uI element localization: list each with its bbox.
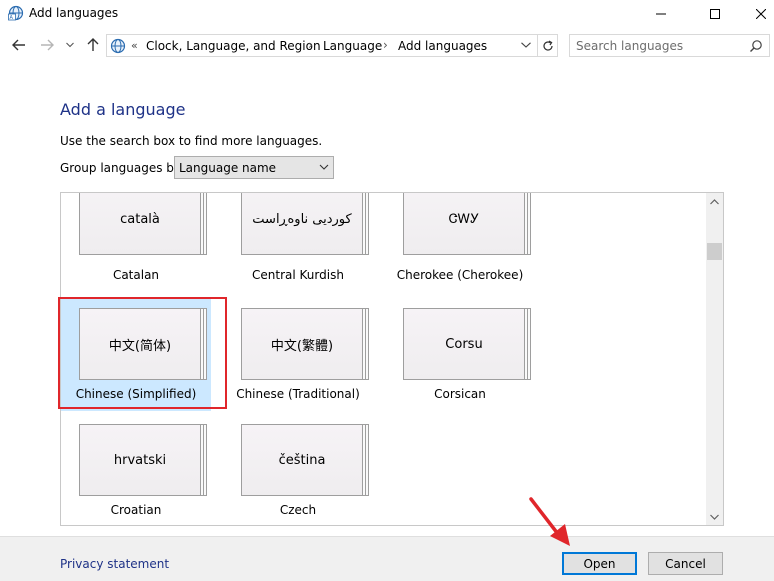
search-hint-text: Use the search box to find more language… — [60, 134, 323, 148]
minimize-button[interactable] — [638, 0, 684, 28]
language-tile-chinese-simplified[interactable]: 中文(简体) Chinese (Simplified) — [61, 299, 211, 411]
language-native-name: català — [79, 193, 201, 255]
scroll-up-button[interactable] — [706, 193, 723, 210]
language-native-name: hrvatski — [79, 424, 201, 496]
language-native-name: ᏣᎳᎩ — [403, 193, 525, 255]
language-name: Croatian — [110, 503, 162, 517]
breadcrumb-clock-language-region[interactable]: Clock, Language, and Region — [146, 39, 321, 53]
chevron-down-icon — [710, 514, 719, 520]
navigation-bar: « Clock, Language, and Region › Language… — [0, 30, 774, 60]
language-name: Chinese (Simplified) — [75, 387, 197, 401]
address-bar[interactable]: « Clock, Language, and Region › Language… — [106, 34, 538, 57]
refresh-icon — [542, 39, 553, 51]
search-icon[interactable] — [749, 39, 763, 53]
page-title: Add a language — [60, 100, 186, 119]
language-tile-chinese-traditional[interactable]: 中文(繁體) Chinese (Traditional) — [223, 299, 373, 411]
recent-locations-button[interactable] — [64, 36, 76, 54]
scroll-down-button[interactable] — [706, 508, 723, 525]
dialog-footer: Privacy statement Open Cancel — [0, 536, 774, 581]
up-button[interactable] — [84, 36, 102, 54]
language-native-name: 中文(繁體) — [241, 308, 363, 380]
language-name: Corsican — [434, 387, 486, 401]
search-box[interactable] — [569, 34, 770, 57]
language-name: Catalan — [112, 268, 160, 282]
breadcrumb-separator[interactable]: › — [383, 38, 388, 52]
maximize-icon — [710, 9, 720, 19]
breadcrumb-separator[interactable]: › — [308, 38, 313, 52]
group-by-value: Language name — [179, 161, 277, 175]
group-by-label: Group languages by: — [60, 161, 185, 175]
chevron-down-icon — [521, 42, 531, 48]
arrow-left-icon — [12, 39, 25, 51]
language-tile-catalan[interactable]: català Catalan — [61, 193, 211, 295]
language-globe-icon — [110, 38, 126, 54]
language-tile-czech[interactable]: čeština Czech — [223, 415, 373, 525]
refresh-button[interactable] — [538, 34, 558, 57]
search-input[interactable] — [570, 35, 748, 56]
language-native-name: 中文(简体) — [79, 308, 201, 380]
window-title: Add languages — [29, 6, 119, 20]
language-tile-corsican[interactable]: Corsu Corsican — [385, 299, 535, 411]
breadcrumb-add-languages[interactable]: Add languages — [398, 39, 487, 53]
chevron-up-icon — [710, 198, 719, 204]
language-native-name: کوردیی ناوەڕاست — [241, 193, 363, 255]
language-list[interactable]: català Catalan کوردیی ناوەڕاست Central K… — [60, 192, 724, 526]
language-tile-croatian[interactable]: hrvatski Croatian — [61, 415, 211, 525]
chevron-down-icon — [66, 42, 74, 48]
breadcrumb-language[interactable]: Language — [323, 39, 382, 53]
language-tile-cherokee[interactable]: ᏣᎳᎩ Cherokee (Cherokee) — [385, 193, 535, 295]
svg-text:A: A — [10, 15, 14, 21]
language-native-name: Corsu — [403, 308, 525, 380]
minimize-icon — [656, 13, 666, 15]
maximize-button[interactable] — [692, 0, 738, 28]
close-icon — [756, 9, 766, 19]
address-dropdown-button[interactable] — [519, 37, 533, 53]
close-button[interactable] — [738, 0, 774, 28]
language-globe-icon: A — [8, 5, 24, 21]
arrow-up-icon — [87, 38, 99, 51]
privacy-statement-link[interactable]: Privacy statement — [60, 557, 169, 571]
title-bar: A Add languages — [0, 0, 774, 28]
breadcrumb-overflow[interactable]: « — [131, 39, 138, 52]
arrow-right-icon — [41, 39, 54, 51]
language-native-name: čeština — [241, 424, 363, 496]
chevron-down-icon — [319, 161, 329, 173]
open-button[interactable]: Open — [562, 552, 637, 575]
forward-button[interactable] — [38, 36, 56, 54]
language-name: Cherokee (Cherokee) — [396, 268, 524, 282]
language-name: Czech — [279, 503, 317, 517]
vertical-scrollbar[interactable] — [706, 193, 723, 525]
language-name: Central Kurdish — [252, 268, 344, 282]
scroll-thumb[interactable] — [707, 243, 722, 260]
language-name: Chinese (Traditional) — [236, 387, 360, 401]
group-by-dropdown[interactable]: Language name — [174, 156, 334, 179]
language-tile-central-kurdish[interactable]: کوردیی ناوەڕاست Central Kurdish — [223, 193, 373, 295]
cancel-button[interactable]: Cancel — [648, 552, 723, 575]
back-button[interactable] — [10, 36, 28, 54]
